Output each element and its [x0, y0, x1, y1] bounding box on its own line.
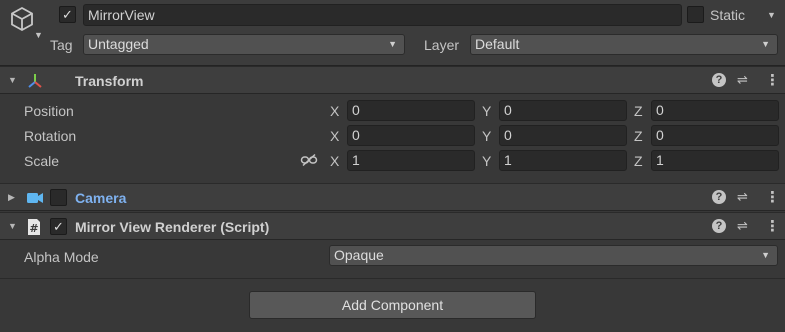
- axis-x-label[interactable]: X: [330, 103, 339, 119]
- constrain-proportions-link-icon[interactable]: [300, 153, 318, 167]
- static-dropdown-icon[interactable]: ▼: [767, 10, 776, 20]
- alpha-mode-value: Opaque: [334, 247, 384, 263]
- rotation-y-field[interactable]: 0: [499, 125, 627, 146]
- tag-dropdown[interactable]: Untagged ▼: [83, 34, 405, 55]
- presets-icon[interactable]: ⇌: [737, 189, 748, 205]
- context-menu-icon[interactable]: ⋮: [765, 217, 780, 235]
- scale-label: Scale: [24, 153, 60, 169]
- position-x-field[interactable]: 0: [347, 100, 475, 121]
- scale-y-field[interactable]: 1: [499, 150, 627, 171]
- camera-icon: [27, 193, 43, 203]
- axis-x-label[interactable]: X: [330, 153, 339, 169]
- foldout-expanded-icon[interactable]: ▼: [8, 221, 17, 231]
- help-icon[interactable]: ?: [712, 73, 726, 87]
- divider: [0, 278, 785, 279]
- tag-label: Tag: [50, 37, 73, 53]
- foldout-collapsed-icon[interactable]: ▶: [8, 192, 15, 203]
- presets-icon[interactable]: ⇌: [737, 72, 748, 88]
- context-menu-icon[interactable]: ⋮: [765, 188, 780, 206]
- mirror-view-renderer-header[interactable]: ▼ # ✓ Mirror View Renderer (Script) ? ⇌ …: [0, 212, 785, 240]
- transform-axes-icon: [28, 74, 42, 88]
- foldout-expanded-icon[interactable]: ▼: [8, 75, 17, 85]
- presets-icon[interactable]: ⇌: [737, 218, 748, 234]
- mirror-view-renderer-title: Mirror View Renderer (Script): [75, 219, 270, 235]
- static-checkbox[interactable]: [687, 6, 704, 23]
- help-icon[interactable]: ?: [712, 190, 726, 204]
- axis-y-label[interactable]: Y: [482, 103, 491, 119]
- position-label: Position: [24, 103, 74, 119]
- context-menu-icon[interactable]: ⋮: [765, 71, 780, 89]
- csharp-script-icon: #: [28, 219, 40, 235]
- camera-header[interactable]: ▶ Camera ? ⇌ ⋮: [0, 183, 785, 211]
- axis-z-label[interactable]: Z: [634, 103, 643, 119]
- axis-y-label[interactable]: Y: [482, 128, 491, 144]
- camera-enabled-checkbox[interactable]: [50, 189, 67, 206]
- rotation-x-field[interactable]: 0: [347, 125, 475, 146]
- axis-y-label[interactable]: Y: [482, 153, 491, 169]
- chevron-down-icon: ▼: [761, 39, 770, 49]
- transform-header[interactable]: ▼ Transform ? ⇌ ⋮: [0, 66, 785, 94]
- static-label: Static: [710, 7, 746, 23]
- rotation-z-field[interactable]: 0: [651, 125, 779, 146]
- position-y-field[interactable]: 0: [499, 100, 627, 121]
- gameobject-cube-icon[interactable]: [8, 5, 36, 33]
- axis-z-label[interactable]: Z: [634, 153, 643, 169]
- chevron-down-icon: ▼: [761, 250, 770, 260]
- layer-value: Default: [475, 36, 520, 52]
- object-name-field[interactable]: MirrorView: [83, 4, 682, 26]
- camera-title: Camera: [75, 190, 127, 206]
- layer-dropdown[interactable]: Default ▼: [470, 34, 778, 55]
- position-z-field[interactable]: 0: [651, 100, 779, 121]
- axis-z-label[interactable]: Z: [634, 128, 643, 144]
- help-icon[interactable]: ?: [712, 219, 726, 233]
- script-enabled-checkbox[interactable]: ✓: [50, 218, 67, 235]
- gameobject-header: ▼ ✓ MirrorView Static ▼ Tag Untagged ▼ L…: [0, 0, 785, 66]
- icon-dropdown-icon[interactable]: ▼: [34, 30, 43, 40]
- chevron-down-icon: ▼: [388, 39, 397, 49]
- axis-x-label[interactable]: X: [330, 128, 339, 144]
- tag-value: Untagged: [88, 36, 149, 52]
- add-component-button[interactable]: Add Component: [249, 291, 536, 319]
- alpha-mode-label: Alpha Mode: [24, 249, 99, 265]
- scale-x-field[interactable]: 1: [347, 150, 475, 171]
- svg-text:#: #: [29, 222, 38, 235]
- transform-title: Transform: [75, 73, 144, 89]
- alpha-mode-dropdown[interactable]: Opaque ▼: [329, 245, 778, 266]
- rotation-label: Rotation: [24, 128, 77, 144]
- scale-z-field[interactable]: 1: [651, 150, 779, 171]
- active-checkbox[interactable]: ✓: [59, 6, 76, 23]
- layer-label: Layer: [424, 37, 460, 53]
